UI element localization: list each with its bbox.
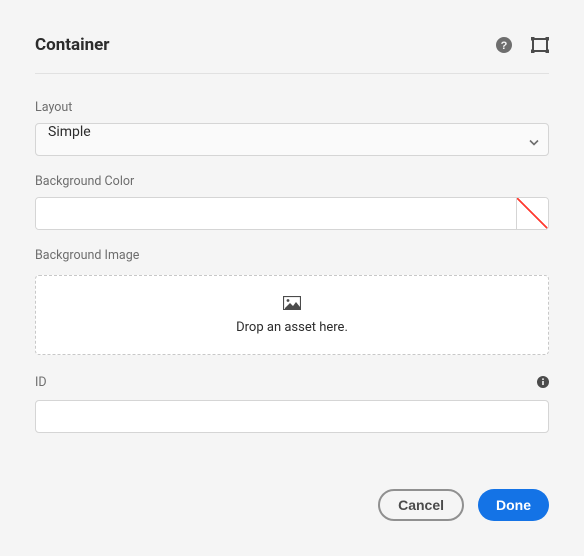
background-color-label: Background Color [35, 174, 549, 189]
background-image-label: Background Image [35, 248, 549, 263]
done-button[interactable]: Done [478, 489, 549, 521]
id-input[interactable] [35, 400, 549, 433]
color-swatch-none[interactable] [516, 198, 548, 229]
image-icon [283, 295, 301, 314]
dialog-footer: Cancel Done [35, 489, 549, 521]
background-color-input-wrap [35, 197, 549, 230]
help-icon[interactable]: ? [495, 36, 513, 54]
layout-select-wrap: Simple [35, 123, 549, 156]
dropzone-text: Drop an asset here. [236, 320, 348, 335]
svg-text:?: ? [501, 40, 508, 52]
dialog-header: Container ? [35, 35, 549, 74]
dialog-title: Container [35, 35, 110, 55]
id-label: ID [35, 375, 47, 390]
cancel-button[interactable]: Cancel [378, 489, 464, 521]
header-actions: ? [495, 36, 549, 54]
fullscreen-icon[interactable] [531, 36, 549, 54]
layout-select[interactable]: Simple [35, 123, 549, 156]
container-dialog: Container ? Layout Simple Background Col… [0, 0, 584, 551]
id-label-row: ID [35, 373, 549, 392]
info-icon[interactable] [537, 373, 549, 392]
background-color-input[interactable] [36, 198, 516, 229]
layout-label: Layout [35, 100, 549, 115]
asset-dropzone[interactable]: Drop an asset here. [35, 275, 549, 355]
layout-field: Layout Simple [35, 100, 549, 156]
background-image-field: Background Image Drop an asset here. [35, 248, 549, 355]
id-field: ID [35, 373, 549, 433]
background-color-field: Background Color [35, 174, 549, 230]
